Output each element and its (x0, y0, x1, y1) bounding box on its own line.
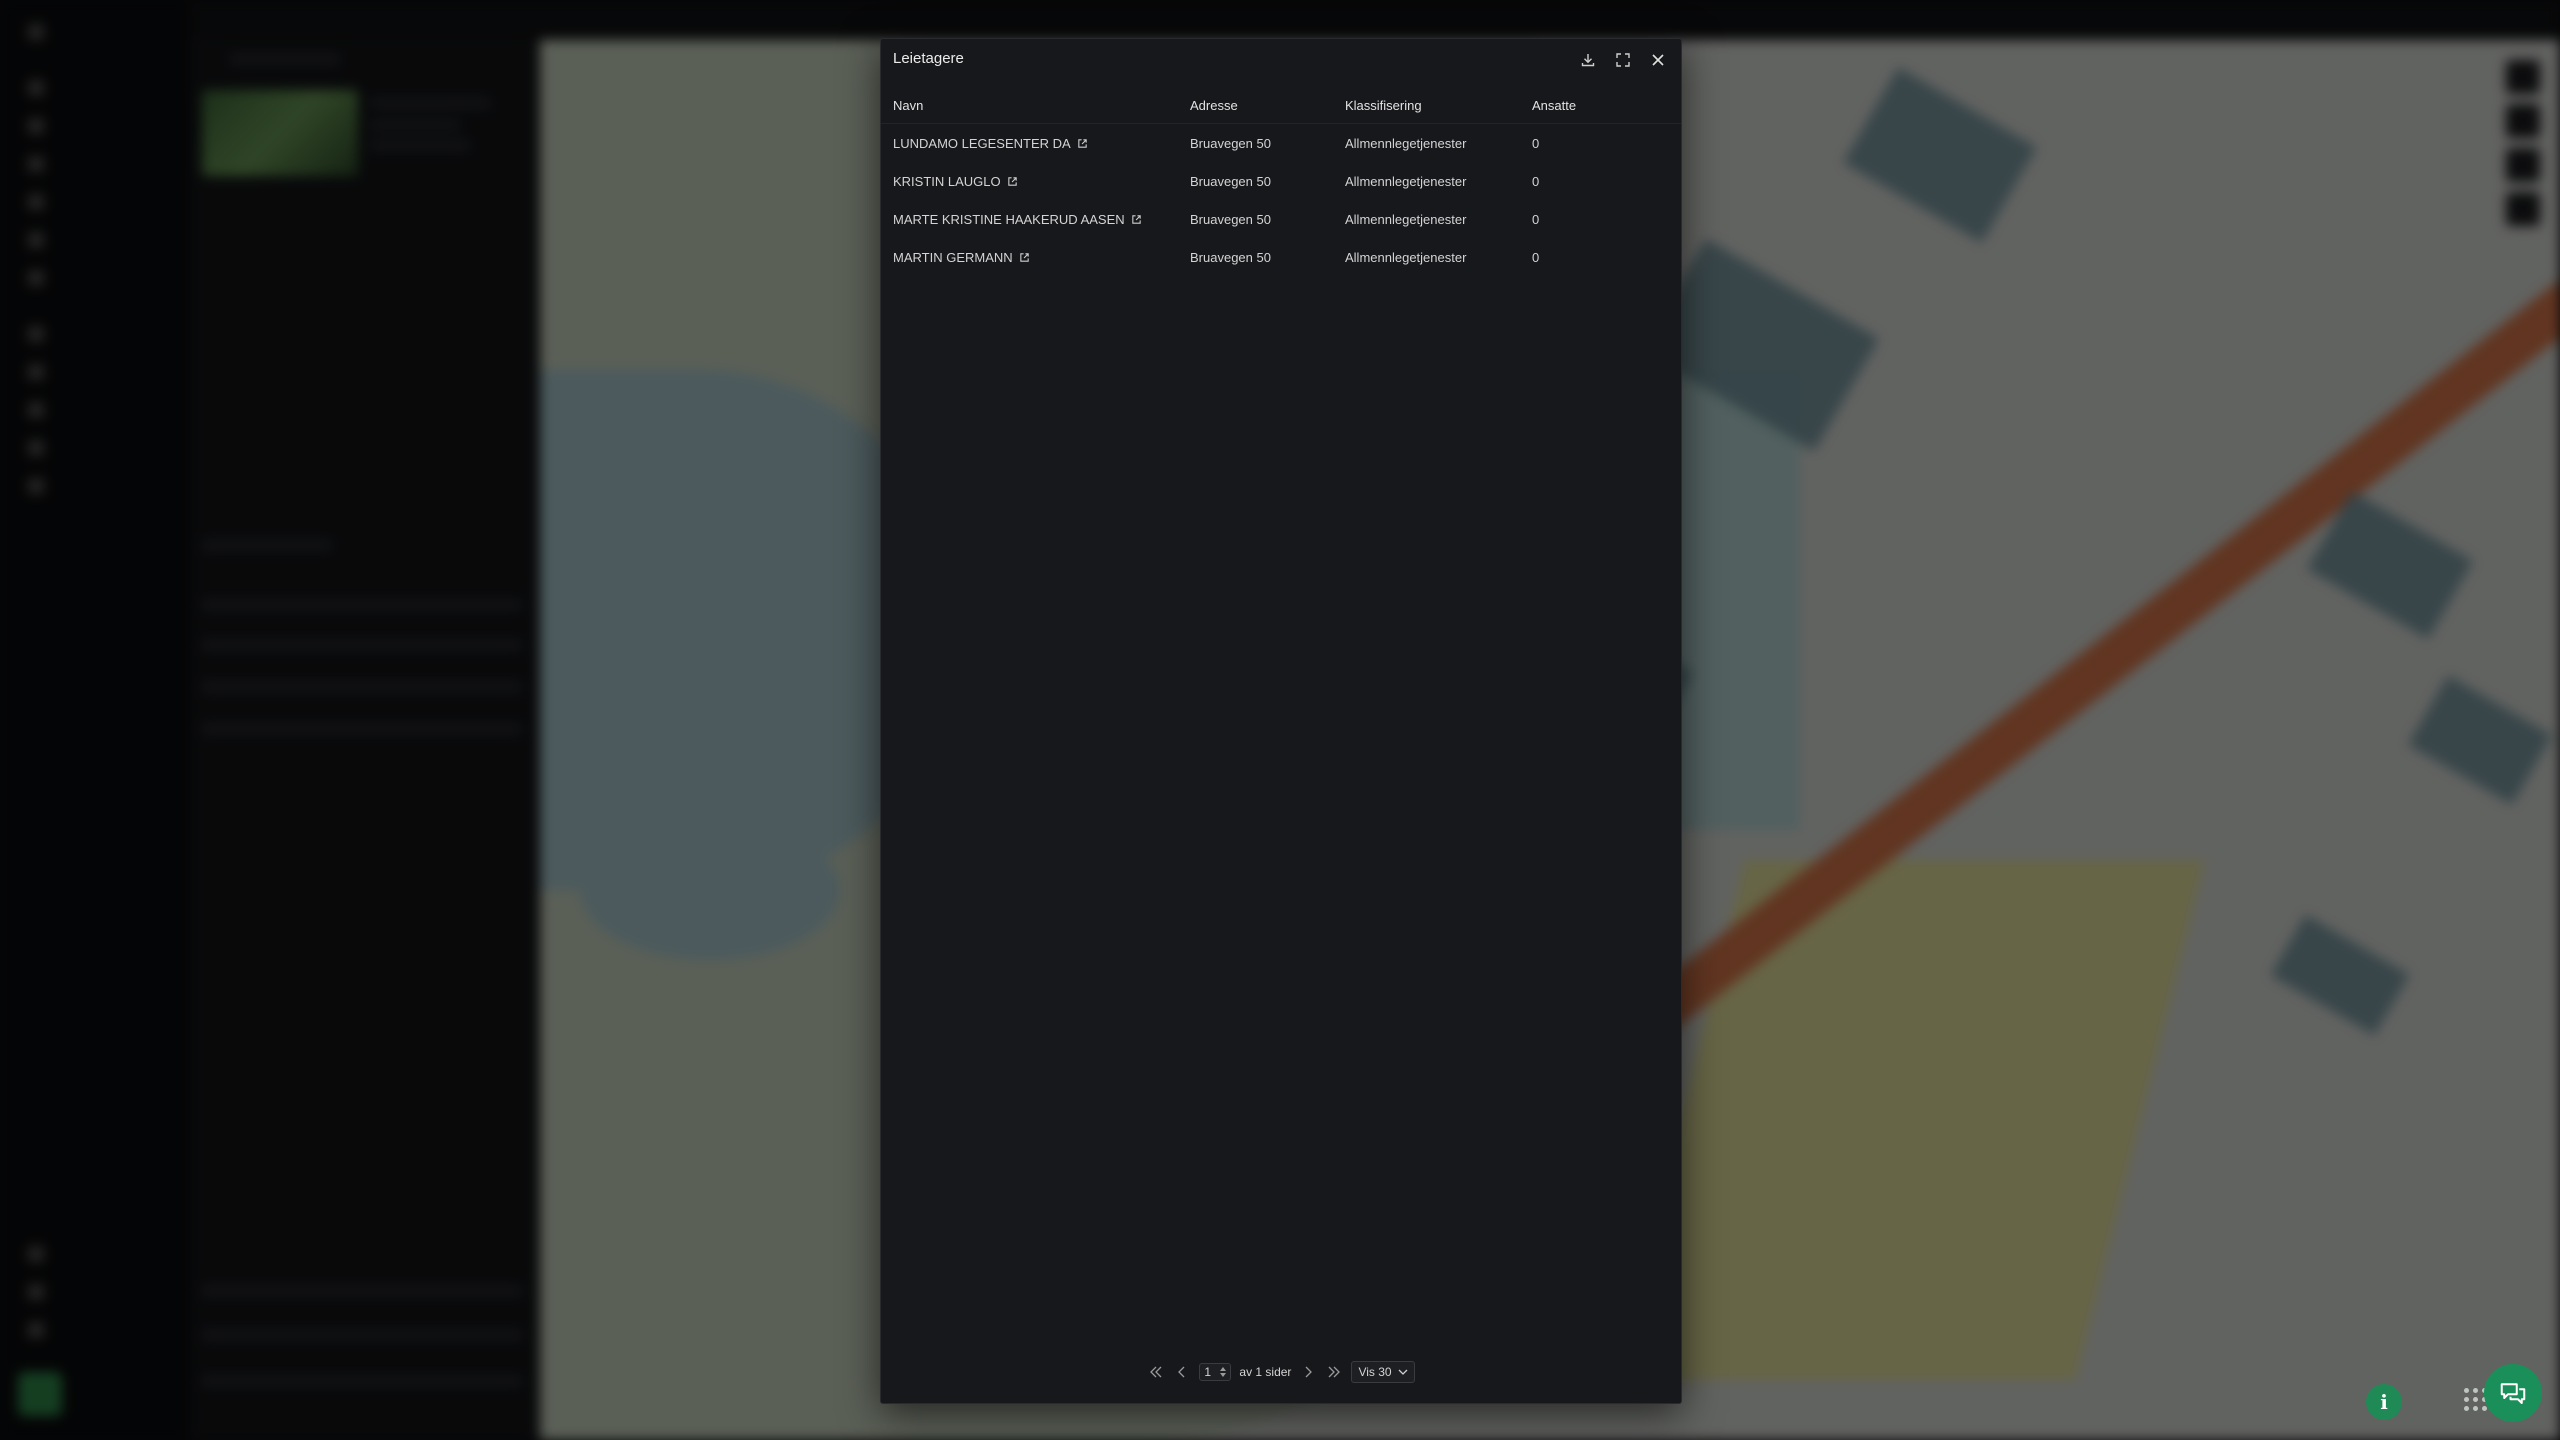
prev-page-icon (1178, 1366, 1185, 1378)
external-link-icon[interactable] (1077, 138, 1088, 149)
tenants-modal: Leietagere Navn Adresse Klassifisering A… (880, 38, 1682, 1404)
pagination: 1 av 1 sider Vis 30 (881, 1361, 1681, 1383)
page-count-label: av 1 sider (1239, 1365, 1292, 1379)
page-size-value: Vis 30 (1358, 1365, 1392, 1379)
tenant-address-cell: Bruavegen 50 (1190, 249, 1271, 265)
external-link-icon[interactable] (1007, 176, 1018, 187)
last-page-button[interactable] (1325, 1363, 1343, 1381)
tenant-classification-cell: Allmennlegetjenester (1345, 135, 1467, 151)
tenants-table: Navn Adresse Klassifisering Ansatte LUND… (881, 87, 1681, 276)
table-header-row: Navn Adresse Klassifisering Ansatte (881, 87, 1681, 124)
tenant-classification-cell: Allmennlegetjenester (1345, 173, 1467, 189)
column-header-navn[interactable]: Navn (881, 87, 1178, 124)
info-icon: i (2380, 1390, 2388, 1414)
page-size-select[interactable]: Vis 30 (1351, 1361, 1415, 1383)
page-number-input[interactable]: 1 (1199, 1363, 1232, 1381)
table-row: KRISTIN LAUGLO Bruavegen 50 Allmennleget… (881, 162, 1681, 200)
download-icon (1581, 54, 1595, 67)
modal-header: Leietagere (881, 39, 1681, 79)
tenant-employees-cell: 0 (1532, 135, 1540, 151)
prev-page-button[interactable] (1173, 1363, 1191, 1381)
tenant-name-link[interactable]: MARTIN GERMANN (893, 250, 1013, 265)
first-page-icon (1150, 1366, 1162, 1378)
tenant-name-cell[interactable]: MARTIN GERMANN (881, 238, 1178, 276)
tenant-name-link[interactable]: LUNDAMO LEGESENTER DA (893, 136, 1071, 151)
tenant-address-cell: Bruavegen 50 (1190, 135, 1271, 151)
tenant-classification-cell: Allmennlegetjenester (1345, 249, 1467, 265)
tenant-name-cell[interactable]: LUNDAMO LEGESENTER DA (881, 124, 1178, 163)
table-row: LUNDAMO LEGESENTER DA Bruavegen 50 Allme… (881, 124, 1681, 163)
stepper-icon[interactable] (1220, 1367, 1227, 1377)
last-page-icon (1328, 1366, 1341, 1378)
column-header-klassifisering[interactable]: Klassifisering (1333, 87, 1520, 124)
tenant-name-link[interactable]: KRISTIN LAUGLO (893, 174, 1001, 189)
page-number-value: 1 (1204, 1365, 1212, 1379)
tenant-name-cell[interactable]: KRISTIN LAUGLO (881, 162, 1178, 200)
table-row: MARTE KRISTINE HAAKERUD AASEN Bruavegen … (881, 200, 1681, 238)
tenant-name-cell[interactable]: MARTE KRISTINE HAAKERUD AASEN (881, 200, 1178, 238)
tenant-classification-cell: Allmennlegetjenester (1345, 211, 1467, 227)
close-button[interactable] (1647, 49, 1669, 71)
download-button[interactable] (1577, 49, 1599, 71)
external-link-icon[interactable] (1019, 252, 1030, 263)
column-header-adresse[interactable]: Adresse (1178, 87, 1333, 124)
tenant-name-link[interactable]: MARTE KRISTINE HAAKERUD AASEN (893, 212, 1125, 227)
external-link-icon[interactable] (1131, 214, 1142, 225)
modal-title: Leietagere (893, 50, 964, 67)
expand-button[interactable] (1612, 49, 1634, 71)
next-page-icon (1305, 1366, 1313, 1378)
table-row: MARTIN GERMANN Bruavegen 50 Allmennleget… (881, 238, 1681, 276)
tenant-address-cell: Bruavegen 50 (1190, 211, 1271, 227)
column-header-ansatte[interactable]: Ansatte (1520, 87, 1681, 124)
tenant-address-cell: Bruavegen 50 (1190, 173, 1271, 189)
tenant-employees-cell: 0 (1532, 249, 1540, 265)
chevron-down-icon (1398, 1369, 1408, 1375)
first-page-button[interactable] (1147, 1363, 1165, 1381)
chat-icon (2500, 1383, 2526, 1404)
tenant-employees-cell: 0 (1532, 211, 1540, 227)
close-icon (1652, 54, 1664, 66)
tenant-employees-cell: 0 (1532, 173, 1540, 189)
info-button[interactable]: i (2366, 1384, 2402, 1420)
chat-button[interactable] (2484, 1364, 2542, 1422)
next-page-button[interactable] (1299, 1363, 1317, 1381)
expand-icon (1616, 53, 1630, 67)
